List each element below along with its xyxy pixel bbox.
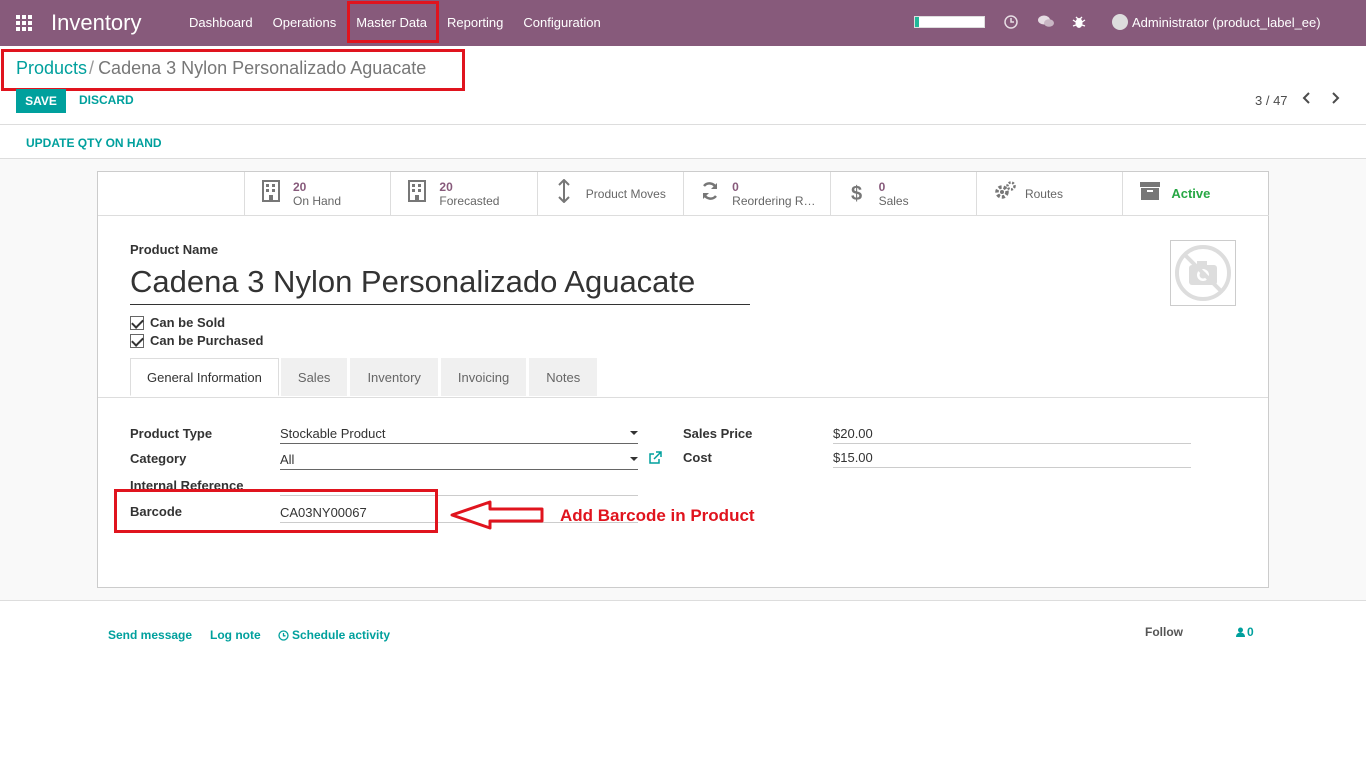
product-type-value: Stockable Product	[280, 426, 386, 441]
save-button[interactable]: SAVE	[16, 89, 66, 113]
menu-configuration[interactable]: Configuration	[513, 0, 610, 46]
chatter-divider	[0, 600, 1366, 601]
reordering-rules-value: 0	[732, 180, 739, 194]
forecasted-value: 20	[439, 180, 453, 194]
log-note-button[interactable]: Log note	[210, 628, 261, 642]
dollar-icon: $	[851, 182, 863, 205]
no-photo-icon	[1175, 245, 1231, 301]
can-be-purchased-label: Can be Purchased	[150, 333, 264, 348]
can-be-purchased-row[interactable]: Can be Purchased	[130, 333, 263, 348]
product-image[interactable]	[1170, 240, 1236, 306]
can-be-sold-checkbox[interactable]	[130, 315, 144, 330]
notebook-tabs: General Information Sales Inventory Invo…	[130, 358, 600, 396]
forecasted-button[interactable]: 20 Forecasted	[390, 172, 536, 216]
pager-previous-icon[interactable]	[1302, 91, 1312, 110]
tab-sales[interactable]: Sales	[280, 358, 348, 396]
chat-icon[interactable]	[1037, 14, 1054, 30]
annotation-box-barcode	[114, 489, 438, 533]
tab-invoicing[interactable]: Invoicing	[440, 358, 527, 396]
active-label: Active	[1171, 186, 1211, 201]
building-icon	[261, 180, 281, 208]
product-moves-button[interactable]: Product Moves	[536, 172, 683, 216]
tabs-divider	[98, 397, 1268, 398]
smart-button-box: 20 On Hand 20 Forecasted Product Moves 0 Re…	[244, 172, 1269, 216]
apps-menu-icon[interactable]	[16, 15, 34, 31]
clock-icon[interactable]	[1003, 14, 1019, 30]
menu-operations[interactable]: Operations	[263, 0, 347, 46]
sales-price-label: Sales Price	[683, 426, 753, 441]
tab-notes[interactable]: Notes	[529, 358, 598, 396]
control-panel-divider	[0, 124, 1366, 125]
followers-count: 0	[1247, 625, 1254, 639]
gears-icon	[993, 180, 1016, 208]
product-type-select[interactable]: Stockable Product	[280, 426, 638, 444]
category-select[interactable]: All	[280, 452, 638, 470]
on-hand-value: 20	[293, 180, 307, 194]
on-hand-button[interactable]: 20 On Hand	[244, 172, 390, 216]
chevron-down-icon	[630, 431, 638, 435]
follow-button[interactable]: Follow	[1145, 625, 1183, 639]
product-type-label: Product Type	[130, 426, 213, 441]
discard-button[interactable]: DISCARD	[79, 93, 134, 107]
menu-dashboard[interactable]: Dashboard	[179, 0, 263, 46]
annotation-box-master-data	[347, 1, 439, 43]
bug-icon[interactable]	[1071, 14, 1087, 30]
active-toggle-button[interactable]: Active	[1122, 172, 1268, 216]
on-hand-label: On Hand	[293, 194, 342, 208]
sales-label: Sales	[878, 194, 909, 208]
sales-button[interactable]: $ 0 Sales	[829, 172, 976, 216]
annotation-arrow-icon	[450, 500, 546, 533]
external-link-icon[interactable]	[648, 451, 662, 468]
tab-inventory[interactable]: Inventory	[350, 358, 438, 396]
pager-value: 3 / 47	[1255, 93, 1288, 108]
building-icon	[407, 180, 427, 208]
user-menu[interactable]: Administrator (product_label_ee)	[1112, 14, 1321, 30]
product-name-label: Product Name	[130, 242, 219, 257]
routes-label: Routes	[1024, 187, 1063, 201]
clock-icon	[278, 629, 289, 641]
user-icon	[1236, 627, 1245, 637]
reordering-rules-label: Reordering Rul...	[732, 194, 823, 208]
category-value: All	[280, 452, 295, 467]
sales-value: 0	[878, 180, 886, 194]
forecasted-label: Forecasted	[439, 194, 500, 208]
pager-next-icon[interactable]	[1330, 91, 1340, 110]
update-qty-button[interactable]: UPDATE QTY ON HAND	[26, 136, 162, 150]
can-be-sold-label: Can be Sold	[150, 315, 226, 330]
sales-price-input[interactable]: $20.00	[833, 426, 1191, 444]
product-name-field[interactable]: Cadena 3 Nylon Personalizado Aguacate	[130, 264, 750, 305]
annotation-box-breadcrumb	[1, 49, 465, 91]
tab-general-information[interactable]: General Information	[130, 358, 279, 396]
can-be-purchased-checkbox[interactable]	[130, 333, 144, 348]
top-navbar: Inventory Dashboard Operations Master Da…	[0, 0, 1366, 46]
product-moves-label: Product Moves	[585, 187, 666, 201]
schedule-activity-label: Schedule activity	[292, 628, 391, 642]
can-be-sold-row[interactable]: Can be Sold	[130, 315, 225, 330]
cost-label: Cost	[683, 450, 712, 465]
user-name: Administrator (product_label_ee)	[1132, 14, 1321, 30]
archive-icon	[1139, 181, 1161, 207]
app-title: Inventory	[51, 10, 142, 35]
arrows-v-icon	[554, 178, 574, 209]
avatar	[1112, 14, 1128, 30]
followers-button[interactable]: 0	[1236, 625, 1254, 639]
cost-input[interactable]: $15.00	[833, 450, 1191, 468]
menu-reporting[interactable]: Reporting	[437, 0, 513, 46]
onboarding-progress-bar[interactable]	[914, 16, 985, 28]
reordering-rules-button[interactable]: 0 Reordering Rul...	[683, 172, 829, 216]
send-message-button[interactable]: Send message	[108, 628, 192, 642]
annotation-text: Add Barcode in Product	[560, 506, 755, 525]
category-label: Category	[130, 451, 187, 466]
routes-button[interactable]: Routes	[975, 172, 1122, 216]
chevron-down-icon	[630, 457, 638, 461]
refresh-icon	[700, 181, 720, 207]
schedule-activity-button[interactable]: Schedule activity	[278, 628, 390, 642]
